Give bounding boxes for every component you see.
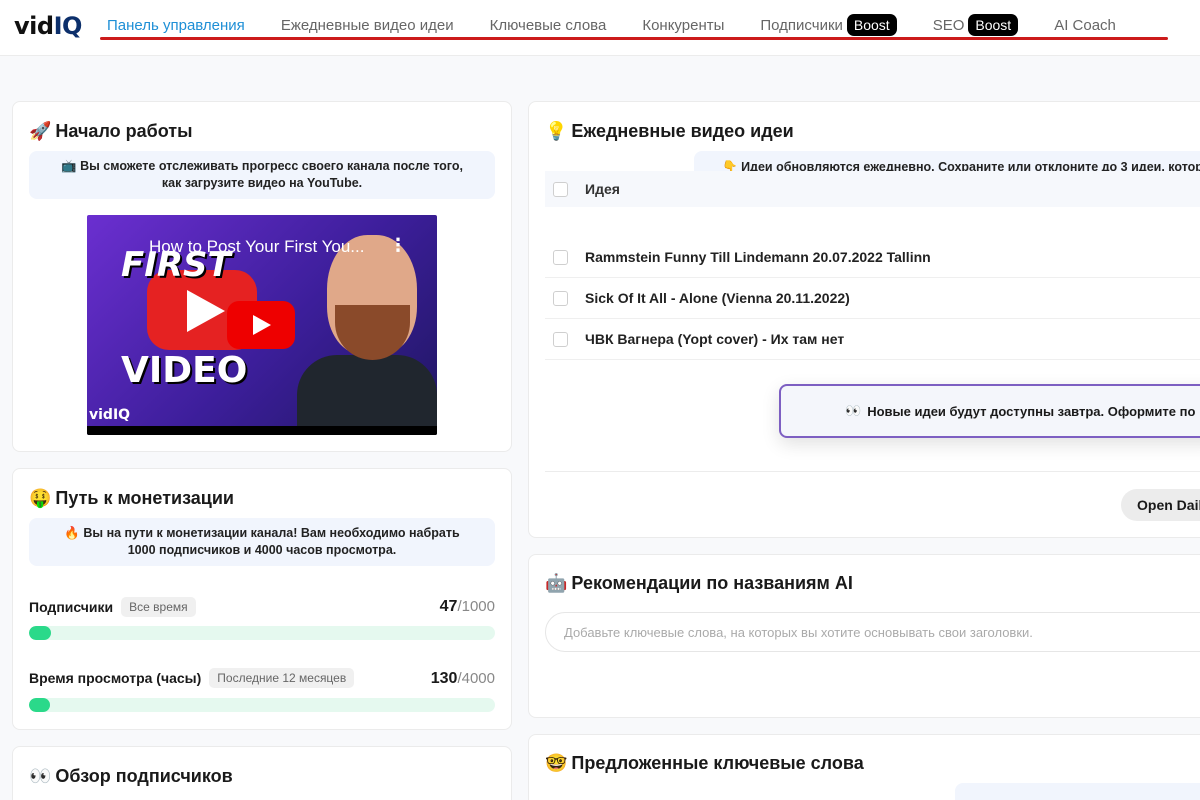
idea-checkbox[interactable] [553,290,568,306]
idea-checkbox[interactable] [553,249,568,265]
more-options-icon[interactable]: ⋮ [389,235,407,256]
boost-badge: Boost [968,14,1019,36]
money-face-icon: 🤑 [29,488,52,509]
divider [545,471,1200,472]
play-button-icon[interactable] [227,301,295,349]
open-daily-ideas-button[interactable]: Open Dail [1121,489,1200,521]
nav-ai-coach[interactable]: AI Coach [1054,17,1116,34]
monetization-card: 🤑 Путь к монетизации 🔥 Вы на пути к моне… [12,468,512,730]
lightbulb-icon: 💡 [545,121,568,142]
subscribers-overview-title: 👀 Обзор подписчиков [29,766,233,787]
nav-keywords[interactable]: Ключевые слова [490,17,607,34]
thumbnail-person [297,235,437,435]
nav-daily-ideas[interactable]: Ежедневные видео идеи [281,17,454,34]
subscribers-stat-value: 47/1000 [439,598,495,615]
main-nav: Панель управления Ежедневные видео идеи … [107,10,1152,40]
nerd-face-icon: 🤓 [545,753,568,774]
video-title[interactable]: How to Post Your First You... [149,237,364,257]
subscribers-period-pill: Все время [121,597,196,617]
ideas-table-header: Идея [545,171,1200,207]
suggested-keywords-title: 🤓 Предложенные ключевые слова [545,753,864,774]
nav-dashboard[interactable]: Панель управления [107,17,245,34]
watch-time-stat-value: 130/4000 [430,670,495,687]
idea-title[interactable]: Rammstein Funny Till Lindemann 20.07.202… [585,249,931,265]
tv-icon: 📺 [61,159,77,173]
boost-badge: Boost [846,14,897,36]
rocket-icon: 🚀 [29,121,52,142]
getting-started-card: 🚀 Начало работы 📺 Вы сможете отслеживать… [12,101,512,452]
nav-underline [100,37,1168,40]
fire-icon: 🔥 [64,526,80,540]
upgrade-promo-banner[interactable]: 👀 Новые идеи будут доступны завтра. Офор… [779,384,1200,438]
daily-ideas-title: 💡 Ежедневные видео идеи [545,121,794,142]
idea-row: Sick Of It All - Alone (Vienna 20.11.202… [545,278,1200,319]
ai-titles-title: 🤖 Рекомендации по названиям AI [545,573,853,594]
suggested-keywords-card: 🤓 Предложенные ключевые слова [528,734,1200,800]
eyes-icon: 👀 [29,766,52,787]
monetization-info: 🔥 Вы на пути к монетизации канала! Вам н… [29,518,495,566]
idea-row: Rammstein Funny Till Lindemann 20.07.202… [545,237,1200,278]
tutorial-video-player[interactable]: FIRST VIDEO How to Post Your First You..… [87,215,437,435]
vidiq-logo[interactable]: vidIQ [14,12,82,40]
watch-time-progress-bar [29,698,495,712]
thumbnail-text-video: VIDEO [121,350,248,391]
idea-checkbox[interactable] [553,331,568,347]
idea-title[interactable]: Sick Of It All - Alone (Vienna 20.11.202… [585,290,850,306]
nav-competitors[interactable]: Конкуренты [642,17,724,34]
top-navigation-bar: vidIQ Панель управления Ежедневные видео… [0,0,1200,56]
subscribers-progress-bar [29,626,495,640]
nav-seo[interactable]: SEO Boost [933,14,1019,36]
ai-keywords-input[interactable]: Добавьте ключевые слова, на которых вы х… [545,612,1200,652]
getting-started-title: 🚀 Начало работы [29,121,193,142]
subscribers-stat-label: Подписчики Все время [29,597,196,617]
ai-titles-card: 🤖 Рекомендации по названиям AI Добавьте … [528,554,1200,718]
subscribers-progress-fill [29,626,51,640]
video-progress-bar[interactable] [87,426,437,435]
robot-icon: 🤖 [545,573,568,594]
watch-time-progress-fill [29,698,50,712]
monetization-title: 🤑 Путь к монетизации [29,488,234,509]
nav-subscribers[interactable]: Подписчики Boost [760,14,897,36]
eyes-icon: 👀 [845,403,862,418]
select-all-checkbox[interactable] [553,181,568,197]
watch-time-stat-label: Время просмотра (часы) Последние 12 меся… [29,668,355,688]
daily-ideas-card: 💡 Ежедневные видео идеи 👇 Идеи обновляют… [528,101,1200,538]
getting-started-info: 📺 Вы сможете отслеживать прогресс своего… [29,151,495,199]
idea-row: ЧВК Вагнера (Yopt cover) - Их там нет [545,319,1200,360]
idea-title[interactable]: ЧВК Вагнера (Yopt cover) - Их там нет [585,331,844,347]
subscribers-overview-card: 👀 Обзор подписчиков [12,746,512,800]
video-watermark-logo: vidIQ [89,407,131,423]
suggested-keywords-info [955,783,1200,800]
idea-column-header: Идея [585,181,620,197]
watch-time-period-pill: Последние 12 месяцев [209,668,355,688]
